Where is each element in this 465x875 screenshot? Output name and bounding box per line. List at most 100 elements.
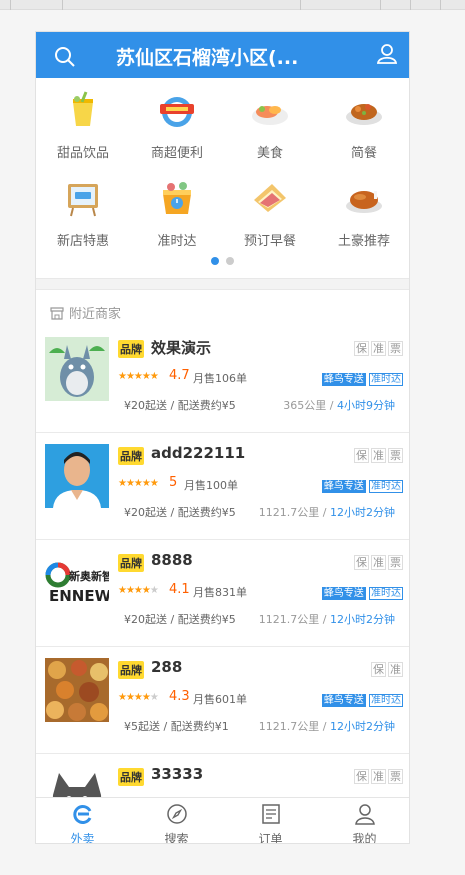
brand-tag: 品牌 [118, 661, 144, 679]
tab-orders[interactable]: 订单 [224, 803, 317, 844]
delivery-time: 12小时2分钟 [330, 613, 395, 626]
compass-icon [166, 804, 187, 824]
guarantee-tag: 准 [371, 341, 386, 356]
category-breakfast[interactable]: 预订早餐 [223, 178, 317, 249]
guarantee-tag: 准 [371, 555, 386, 570]
guarantee-tag: 准 [388, 662, 403, 677]
category-drinks[interactable]: 甜品饮品 [36, 90, 130, 161]
star-rating: ★★★★★ [118, 478, 159, 489]
category-recommend[interactable]: 土豪推荐 [317, 178, 409, 249]
svg-text:新奥新智: 新奥新智 [69, 569, 109, 583]
carousel-dot[interactable] [226, 257, 234, 265]
food-dishes-logo [45, 658, 109, 722]
header-bar: 苏仙区石榴湾小区(... [36, 32, 409, 78]
delivery-fee: ¥20起送 / 配送费约¥5 [124, 506, 236, 519]
tab-label: 订单 [258, 832, 283, 844]
hummingbird-delivery-tag: 蜂鸟专送 [321, 694, 366, 707]
section-title-text: 附近商家 [69, 307, 122, 322]
guarantee-tag: 准 [371, 448, 386, 463]
food-plate-icon [252, 106, 288, 125]
delivery-tags: 蜂鸟专送 准时达 [321, 477, 403, 493]
star-rating: ★★★★★ [118, 585, 159, 596]
delivery-time: 12小时2分钟 [330, 720, 395, 733]
distance-time: 1121.7公里 / 12小时2分钟 [258, 613, 395, 626]
shop-card[interactable]: 品牌 效果演示 保准票 ★★★★★ 4.7 月售106单 蜂鸟专送 准时达 ¥2… [36, 327, 409, 433]
category-label: 土豪推荐 [337, 234, 390, 249]
supermarket-icon [160, 97, 194, 127]
shop-name: 效果演示 [151, 339, 212, 357]
nearby-shops-header: 附近商家 [50, 303, 121, 322]
hummingbird-delivery-tag: 蜂鸟专送 [321, 587, 366, 600]
distance: 1121.7公里 [258, 720, 320, 733]
tab-label: 我的 [352, 832, 377, 844]
category-simple-meal[interactable]: 简餐 [317, 90, 409, 161]
delivery-tags: 蜂鸟专送 准时达 [321, 691, 403, 707]
guarantee-tag: 保 [354, 769, 369, 784]
guarantee-tag: 票 [388, 769, 403, 784]
search-icon[interactable] [53, 45, 77, 69]
guarantee-tag: 票 [388, 341, 403, 356]
guarantee-tags: 保准票 [352, 768, 403, 784]
chicken-icon [346, 191, 382, 213]
star-rating: ★★★★★ [118, 692, 159, 703]
carousel-indicator [211, 250, 241, 269]
ontime-tag: 准时达 [369, 587, 403, 600]
guarantee-tags: 保准 [369, 661, 403, 677]
rating-score: 4.7 [169, 368, 190, 383]
delivery-fee: ¥20起送 / 配送费约¥5 [124, 399, 236, 412]
tab-takeout[interactable]: 外卖 [36, 803, 129, 843]
person-photo-logo [45, 444, 109, 508]
shop-card[interactable]: 品牌 288 保准 ★★★★★ 4.3 月售601单 蜂鸟专送 准时达 ¥5起送… [36, 648, 409, 754]
category-new-shop[interactable]: 新店特惠 [36, 178, 130, 249]
section-divider [36, 278, 409, 290]
delivery-fee: ¥5起送 / 配送费约¥1 [124, 720, 229, 733]
shop-name: 288 [151, 658, 183, 676]
ontime-tag: 准时达 [369, 480, 403, 493]
profile-icon [354, 804, 375, 825]
distance-time: 365公里 / 4小时9分钟 [283, 399, 395, 412]
delivery-fee: ¥20起送 / 配送费约¥5 [124, 613, 236, 626]
drink-icon [73, 91, 93, 126]
distance: 1121.7公里 [258, 613, 320, 626]
svg-text:ENNEW: ENNEW [49, 587, 109, 605]
bottom-tab-bar: 外卖 搜索 订单 我的 [36, 797, 409, 844]
totoro-logo [45, 337, 109, 401]
order-icon [261, 804, 280, 824]
carousel-dot-active[interactable] [211, 257, 219, 265]
guarantee-tag: 保 [354, 555, 369, 570]
shop-icon [50, 307, 64, 320]
ontime-icon [163, 182, 191, 214]
takeout-icon [72, 805, 91, 824]
category-label: 甜品饮品 [56, 146, 109, 161]
tab-mine[interactable]: 我的 [318, 803, 409, 844]
delivery-tags: 蜂鸟专送 准时达 [321, 370, 403, 386]
category-ontime[interactable]: 准时达 [130, 178, 224, 249]
brand-tag: 品牌 [118, 340, 144, 358]
delivery-time: 12小时2分钟 [330, 506, 395, 519]
location-title[interactable]: 苏仙区石榴湾小区(... [116, 43, 326, 70]
category-supermarket[interactable]: 商超便利 [130, 90, 224, 161]
category-label: 准时达 [157, 234, 197, 249]
guarantee-tag: 保 [371, 662, 386, 677]
shop-name: 33333 [151, 765, 204, 783]
delivery-time: 4小时9分钟 [337, 399, 395, 412]
shop-card[interactable]: 品牌 add222111 保准票 ★★★★★ 5 月售100单 蜂鸟专送 准时达… [36, 434, 409, 540]
monthly-sales: 月售601单 [193, 693, 247, 706]
tab-search[interactable]: 搜索 [130, 803, 223, 843]
simple-meal-icon [346, 104, 382, 125]
delivery-tags: 蜂鸟专送 准时达 [321, 584, 403, 600]
new-shop-icon [68, 184, 98, 217]
distance: 1121.7公里 [258, 506, 320, 519]
guarantee-tags: 保准票 [352, 447, 403, 463]
guarantee-tags: 保准票 [352, 554, 403, 570]
guarantee-tag: 准 [371, 769, 386, 784]
shop-card[interactable]: 新奥新智 ENNEW 品牌 8888 保准票 ★★★★★ 4.1 月售831单 … [36, 541, 409, 647]
user-icon[interactable] [376, 43, 398, 65]
distance: 365公里 [283, 399, 327, 412]
category-food[interactable]: 美食 [223, 90, 317, 161]
distance-time: 1121.7公里 / 12小时2分钟 [258, 506, 395, 519]
distance-time: 1121.7公里 / 12小时2分钟 [258, 720, 395, 733]
category-label: 商超便利 [150, 146, 203, 161]
rating-score: 4.1 [169, 582, 190, 597]
guarantee-tags: 保准票 [352, 340, 403, 356]
